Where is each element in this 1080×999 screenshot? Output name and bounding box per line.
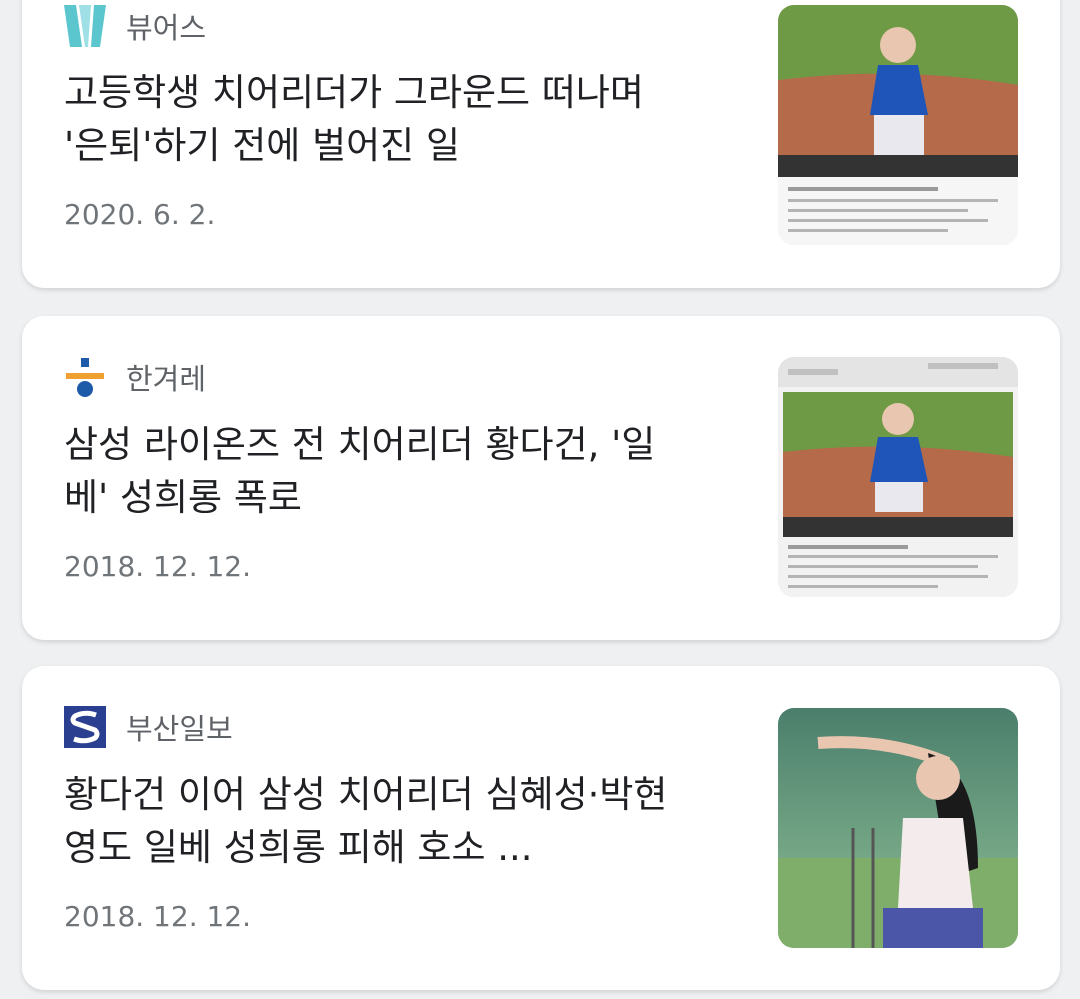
news-source: 뷰어스: [64, 5, 206, 47]
cheerleader-screenshot-thumbnail[interactable]: [778, 5, 1018, 245]
article-date: 2020. 6. 2.: [64, 198, 216, 231]
source-name: 부산일보: [126, 712, 233, 746]
article-title[interactable]: 고등학생 치어리더가 그라운드 떠나며 '은퇴'하기 전에 벌어진 일: [64, 66, 724, 172]
article-title[interactable]: 황다건 이어 삼성 치어리더 심혜성·박현 영도 일베 성희롱 피해 호소 ..…: [64, 768, 724, 874]
title-line: 황다건 이어 삼성 치어리더 심혜성·박현: [64, 773, 668, 816]
article-date: 2018. 12. 12.: [64, 900, 252, 933]
title-line: 영도 일베 성희롱 피해 호소 ...: [64, 826, 533, 869]
title-line: 베' 성희롱 폭로: [64, 476, 302, 519]
article-title[interactable]: 삼성 라이온즈 전 치어리더 황다건, '일 베' 성희롱 폭로: [64, 418, 724, 524]
news-source: 한겨레: [64, 356, 206, 398]
viewers-logo-icon: [64, 5, 106, 47]
news-card[interactable]: 한겨레 삼성 라이온즈 전 치어리더 황다건, '일 베' 성희롱 폭로 201…: [22, 316, 1060, 640]
hankyoreh-logo-icon: [64, 356, 106, 398]
busan-ilbo-logo-icon: [64, 706, 106, 748]
article-date: 2018. 12. 12.: [64, 550, 252, 583]
news-card[interactable]: 부산일보 황다건 이어 삼성 치어리더 심혜성·박현 영도 일베 성희롱 피해 …: [22, 666, 1060, 990]
title-line: '은퇴'하기 전에 벌어진 일: [64, 124, 461, 167]
title-line: 고등학생 치어리더가 그라운드 떠나며: [64, 71, 644, 114]
source-name: 뷰어스: [126, 11, 207, 45]
news-card[interactable]: 뷰어스 고등학생 치어리더가 그라운드 떠나며 '은퇴'하기 전에 벌어진 일 …: [22, 0, 1060, 288]
cheerleader-screenshot-thumbnail[interactable]: [778, 357, 1018, 597]
source-name: 한겨레: [126, 362, 207, 396]
news-source: 부산일보: [64, 706, 233, 748]
title-line: 삼성 라이온즈 전 치어리더 황다건, '일: [64, 423, 656, 466]
cheerleader-photo-thumbnail[interactable]: [778, 708, 1018, 948]
